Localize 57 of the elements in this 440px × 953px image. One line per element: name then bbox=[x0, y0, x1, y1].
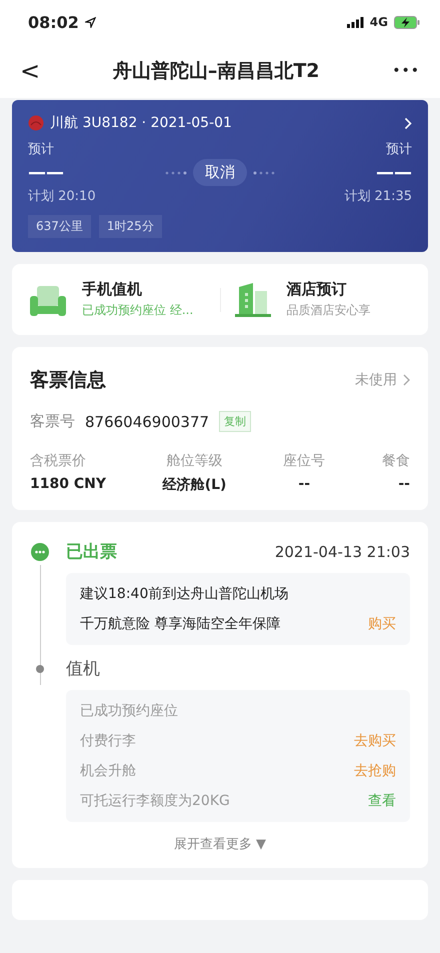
arrival-time: —— bbox=[376, 162, 412, 183]
seat-icon bbox=[30, 284, 66, 316]
section-title: 客票信息 bbox=[30, 368, 106, 393]
service-subtitle: 已成功预约座位 经... bbox=[82, 302, 194, 319]
back-button[interactable]: < bbox=[12, 53, 48, 89]
airline-logo-icon bbox=[28, 115, 44, 131]
copy-button[interactable]: 复制 bbox=[219, 411, 252, 432]
planned-arrival: 计划 21:35 bbox=[344, 188, 412, 205]
estimate-label: 预计 bbox=[28, 141, 55, 158]
flight-number: 川航 3U8182 · 2021-05-01 bbox=[50, 114, 232, 132]
page-title: 舟山普陀山–南昌昌北T2 bbox=[112, 59, 320, 84]
step-title: 值机 bbox=[66, 658, 100, 680]
departure-time: —— bbox=[28, 162, 65, 183]
status-time: 08:02 bbox=[28, 12, 79, 32]
estimate-label: 预计 bbox=[386, 141, 412, 158]
dotted-line-icon bbox=[165, 170, 187, 174]
service-title[interactable]: 手机值机 bbox=[82, 280, 194, 299]
service-title[interactable]: 酒店预订 bbox=[286, 280, 370, 299]
detail-text: 付费行李 bbox=[80, 732, 136, 750]
expand-more-button[interactable]: 展开查看更多 ▼ bbox=[168, 834, 272, 854]
more-button[interactable]: ••• bbox=[384, 59, 428, 83]
field-label: 座位号 bbox=[283, 452, 326, 470]
flight-info-tag: 637公里 bbox=[28, 215, 91, 238]
planned-departure: 计划 20:10 bbox=[28, 188, 96, 205]
flight-card[interactable]: 川航 3U8182 · 2021-05-01 预计 —— 计划 20:10 取消 预计 —— 计划 21:35 637公里 1时25分 bbox=[12, 100, 428, 252]
field-value: -- bbox=[398, 476, 410, 492]
field-value: 经济舱(L) bbox=[162, 476, 226, 494]
field-value: 1180 CNY bbox=[30, 476, 106, 492]
flight-info-tag: 1时25分 bbox=[98, 215, 162, 238]
ticket-number-label: 客票号 bbox=[30, 412, 75, 431]
dotted-line-icon bbox=[253, 170, 275, 174]
chevron-right-icon bbox=[403, 374, 410, 386]
flight-status-badge: 取消 bbox=[193, 159, 247, 186]
step-title: 已出票 bbox=[66, 541, 117, 563]
chevron-right-icon bbox=[404, 116, 412, 130]
ticket-number: 8766046900377 bbox=[85, 412, 210, 430]
field-label: 含税票价 bbox=[30, 452, 86, 470]
signal-icon bbox=[346, 16, 364, 28]
battery-charging-icon bbox=[394, 16, 420, 28]
step-time: 2021-04-13 21:03 bbox=[274, 542, 410, 560]
field-value: -- bbox=[298, 476, 310, 492]
detail-text: 机会升舱 bbox=[80, 762, 136, 780]
action-link[interactable]: 去抢购 bbox=[354, 762, 396, 780]
ticket-status-link[interactable]: 未使用 bbox=[355, 371, 397, 389]
detail-text: 可托运行李额度为20KG bbox=[80, 792, 230, 810]
service-subtitle: 品质酒店安心享 bbox=[286, 302, 370, 319]
building-icon bbox=[234, 282, 270, 316]
action-link[interactable]: 购买 bbox=[368, 615, 396, 633]
action-link[interactable]: 去购买 bbox=[354, 732, 396, 750]
detail-text: 建议18:40前到达舟山普陀山机场 bbox=[80, 585, 288, 603]
action-link[interactable]: 查看 bbox=[368, 792, 396, 810]
detail-text: 已成功预约座位 bbox=[80, 702, 178, 720]
field-label: 舱位等级 bbox=[166, 452, 223, 470]
detail-text: 千万航意险 尊享海陆空全年保障 bbox=[80, 615, 280, 633]
location-arrow-icon bbox=[84, 16, 96, 28]
field-label: 餐食 bbox=[382, 452, 410, 470]
network-label: 4G bbox=[370, 15, 388, 29]
